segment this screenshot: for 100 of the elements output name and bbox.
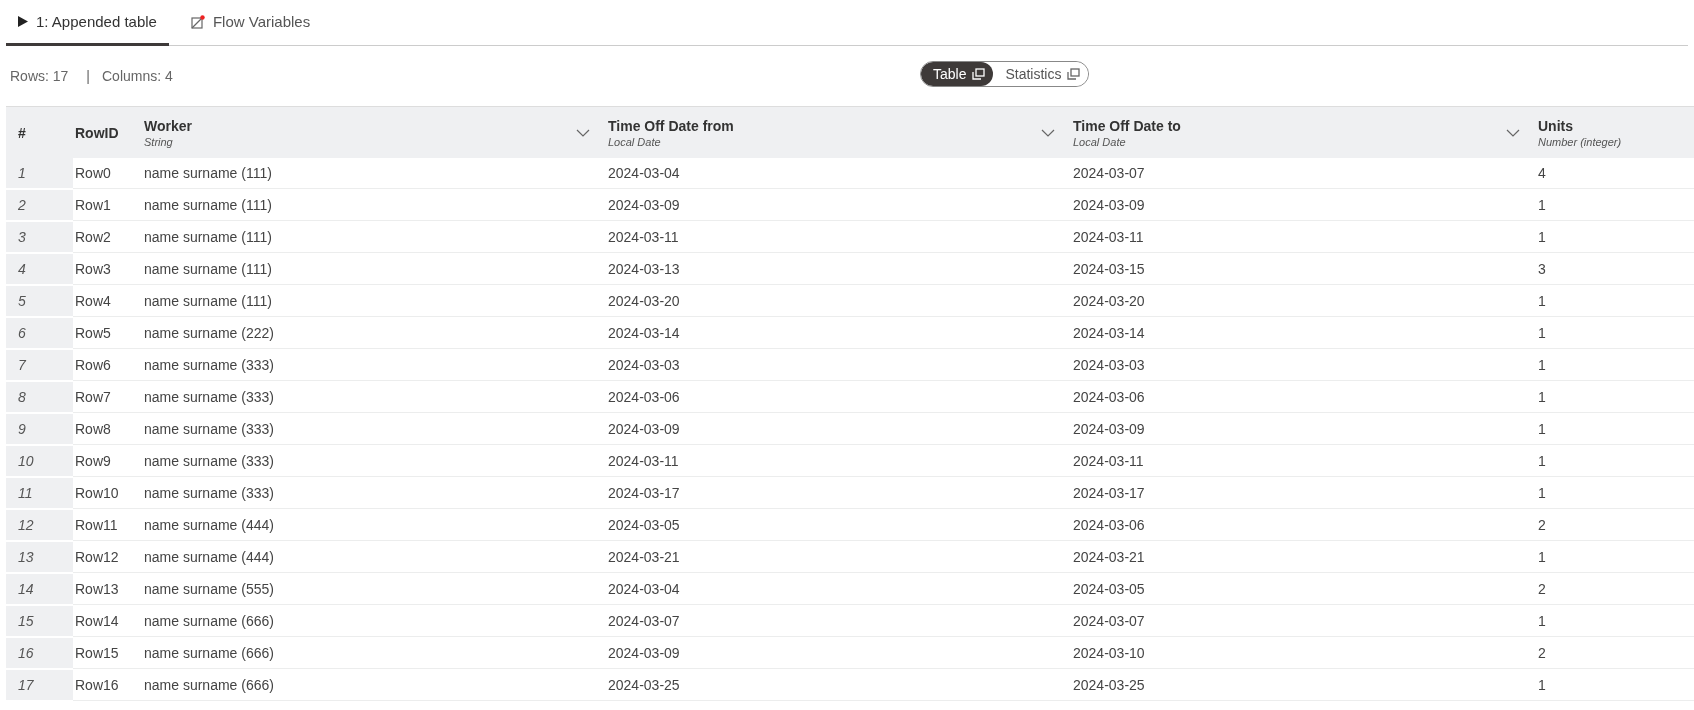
table-cell: name surname (222) bbox=[144, 318, 608, 349]
row-number: 3 bbox=[6, 222, 73, 254]
table-cell: 2024-03-11 bbox=[1073, 446, 1538, 477]
row-id: Row7 bbox=[73, 382, 144, 413]
table-cell: 2024-03-04 bbox=[608, 158, 1073, 189]
table-cell: name surname (111) bbox=[144, 222, 608, 253]
table-cell: 2024-03-09 bbox=[1073, 414, 1538, 445]
tab[interactable]: 1: Appended table bbox=[6, 0, 169, 46]
column-header[interactable]: Time Off Date to bbox=[1073, 117, 1181, 134]
row-id: Row10 bbox=[73, 478, 144, 509]
table-cell: 2024-03-17 bbox=[608, 478, 1073, 509]
table-cell: 2024-03-11 bbox=[608, 222, 1073, 253]
table-cell: 1 bbox=[1538, 542, 1694, 573]
row-number: 12 bbox=[6, 510, 73, 542]
table-cell: name surname (555) bbox=[144, 574, 608, 605]
table-cell: 3 bbox=[1538, 254, 1694, 285]
view-toggle-option[interactable]: Table bbox=[921, 62, 994, 86]
column-header[interactable]: Time Off Date from bbox=[608, 117, 734, 134]
row-number: 9 bbox=[6, 414, 73, 446]
row-number: 7 bbox=[6, 350, 73, 382]
table-cell: 2024-03-09 bbox=[1073, 190, 1538, 221]
row-id: Row12 bbox=[73, 542, 144, 573]
row-id: Row9 bbox=[73, 446, 144, 477]
row-number: 14 bbox=[6, 574, 73, 606]
chevron-down-icon[interactable] bbox=[576, 128, 590, 137]
table-cell: 2024-03-06 bbox=[1073, 382, 1538, 413]
table-cell: 2024-03-05 bbox=[608, 510, 1073, 541]
table-cell: 2024-03-07 bbox=[1073, 606, 1538, 637]
chevron-down-icon[interactable] bbox=[1506, 128, 1520, 137]
table-cell: name surname (111) bbox=[144, 286, 608, 317]
table-cell: 1 bbox=[1538, 606, 1694, 637]
row-number: 5 bbox=[6, 286, 73, 318]
table-cell: 1 bbox=[1538, 478, 1694, 509]
row-id: Row13 bbox=[73, 574, 144, 605]
row-number: 1 bbox=[6, 158, 73, 190]
column-count: Columns: 4 bbox=[102, 68, 173, 84]
table-cell: name surname (333) bbox=[144, 414, 608, 445]
row-number: 11 bbox=[6, 478, 73, 510]
row-id: Row4 bbox=[73, 286, 144, 317]
table-cell: 2024-03-09 bbox=[608, 414, 1073, 445]
window-icon bbox=[1067, 68, 1081, 80]
column-type: Local Date bbox=[1073, 135, 1127, 148]
table-cell: 2024-03-11 bbox=[608, 446, 1073, 477]
table-cell: name surname (666) bbox=[144, 606, 608, 637]
chevron-down-icon[interactable] bbox=[1041, 128, 1055, 137]
table-cell: 1 bbox=[1538, 190, 1694, 221]
table-cell: 2024-03-09 bbox=[608, 190, 1073, 221]
table-cell: 4 bbox=[1538, 158, 1694, 189]
row-id: Row14 bbox=[73, 606, 144, 637]
column-header[interactable]: Units bbox=[1538, 117, 1622, 134]
play-icon bbox=[18, 16, 28, 27]
column-type: String bbox=[144, 135, 174, 148]
table-cell: 2 bbox=[1538, 574, 1694, 605]
column-header[interactable]: Worker bbox=[144, 117, 192, 134]
table-cell: name surname (333) bbox=[144, 382, 608, 413]
table-cell: 2024-03-03 bbox=[608, 350, 1073, 381]
row-id: Row0 bbox=[73, 158, 144, 189]
row-number: 10 bbox=[6, 446, 73, 478]
table-cell: 2024-03-10 bbox=[1073, 638, 1538, 669]
row-id: Row3 bbox=[73, 254, 144, 285]
table-cell: name surname (111) bbox=[144, 158, 608, 189]
column-header: # bbox=[6, 106, 73, 158]
table-cell: 2024-03-03 bbox=[1073, 350, 1538, 381]
table-cell: 2024-03-07 bbox=[608, 606, 1073, 637]
table-cell: name surname (111) bbox=[144, 190, 608, 221]
table-cell: 2024-03-15 bbox=[1073, 254, 1538, 285]
column-type: Local Date bbox=[608, 135, 662, 148]
table-cell: 2024-03-14 bbox=[608, 318, 1073, 349]
row-count: Rows: 17 bbox=[10, 68, 69, 84]
table-cell: 2024-03-25 bbox=[608, 670, 1073, 701]
table-cell: 2024-03-14 bbox=[1073, 318, 1538, 349]
table-cell: 2 bbox=[1538, 510, 1694, 541]
square-icon bbox=[190, 14, 205, 29]
table-cell: 1 bbox=[1538, 318, 1694, 349]
table-cell: 2024-03-05 bbox=[1073, 574, 1538, 605]
table-cell: name surname (444) bbox=[144, 542, 608, 573]
row-number: 2 bbox=[6, 190, 73, 222]
row-number: 6 bbox=[6, 318, 73, 350]
table-cell: 2024-03-09 bbox=[608, 638, 1073, 669]
table-cell: 2024-03-11 bbox=[1073, 222, 1538, 253]
row-id: Row11 bbox=[73, 510, 144, 541]
table-cell: name surname (333) bbox=[144, 446, 608, 477]
row-number: 17 bbox=[6, 670, 73, 702]
row-id: Row8 bbox=[73, 414, 144, 445]
row-id: Row1 bbox=[73, 190, 144, 221]
row-id: Row16 bbox=[73, 670, 144, 701]
window-icon bbox=[972, 68, 986, 80]
row-number: 4 bbox=[6, 254, 73, 286]
row-id: Row6 bbox=[73, 350, 144, 381]
tab[interactable]: Flow Variables bbox=[178, 0, 323, 46]
table-cell: 1 bbox=[1538, 446, 1694, 477]
table-cell: 2024-03-20 bbox=[608, 286, 1073, 317]
table-cell: 2024-03-06 bbox=[608, 382, 1073, 413]
separator: | bbox=[86, 68, 90, 84]
table-cell: 1 bbox=[1538, 382, 1694, 413]
row-id: Row15 bbox=[73, 638, 144, 669]
row-id: Row5 bbox=[73, 318, 144, 349]
row-number: 16 bbox=[6, 638, 73, 670]
table-cell: 2024-03-06 bbox=[1073, 510, 1538, 541]
table-cell: name surname (111) bbox=[144, 254, 608, 285]
